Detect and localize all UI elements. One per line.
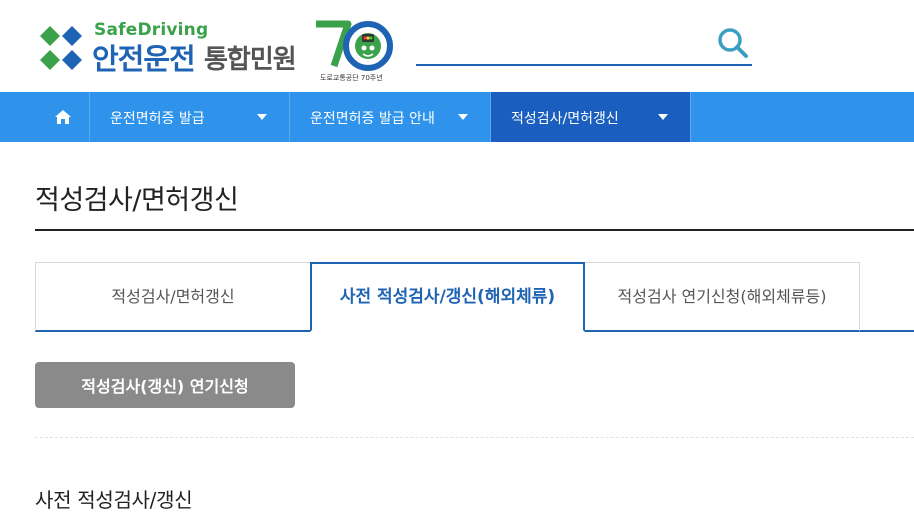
title-divider [35, 229, 914, 231]
nav-item-license-issue-guide[interactable]: 운전면허증 발급 안내 [290, 92, 491, 142]
page-title: 적성검사/면허갱신 [35, 185, 239, 216]
tab-label: 적성검사/면허갱신 [111, 286, 235, 306]
nav-item-label: 적성검사/면허갱신 [511, 111, 619, 127]
nav-home-button[interactable] [36, 92, 90, 142]
postpone-request-button[interactable]: 적성검사(갱신) 연기신청 [35, 362, 295, 408]
search-button[interactable] [716, 26, 750, 60]
caret-down-icon [257, 114, 267, 120]
tab-aptitude-renewal[interactable]: 적성검사/면허갱신 [35, 262, 311, 332]
nav-item-label: 운전면허증 발급 안내 [310, 111, 435, 127]
anniversary-caption: 도로교통공단 70주년 [320, 74, 383, 82]
nav-item-aptitude-renewal[interactable]: 적성검사/면허갱신 [491, 92, 691, 142]
tab-postpone-aptitude-overseas[interactable]: 적성검사 연기신청(해외체류등) [584, 262, 860, 332]
section-divider [35, 437, 914, 438]
nav-item-label: 운전면허증 발급 [110, 111, 205, 127]
tab-label: 사전 적성검사/갱신(해외체류) [339, 287, 556, 307]
logo-main-text-2: 통합민원 [204, 45, 297, 75]
clover-logo-icon [40, 26, 82, 70]
site-logo[interactable]: SafeDriving 안전운전 통합민원 도로교통공단 70주년 [36, 20, 396, 84]
logo-main-text: 안전운전 [92, 42, 196, 76]
tab-label: 적성검사 연기신청(해외체류등) [617, 286, 827, 306]
caret-down-icon [458, 114, 468, 120]
home-icon [54, 110, 71, 124]
search-icon [718, 28, 748, 58]
search-box [416, 22, 752, 66]
tab-advance-aptitude-overseas[interactable]: 사전 적성검사/갱신(해외체류) [310, 262, 585, 332]
section-title: 사전 적성검사/갱신 [35, 488, 193, 512]
main-nav: 운전면허증 발급 운전면허증 발급 안내 적성검사/면허갱신 [0, 92, 914, 142]
caret-down-icon [658, 114, 668, 120]
nav-item-license-issue[interactable]: 운전면허증 발급 [90, 92, 290, 142]
search-input[interactable] [416, 26, 706, 60]
site-header: SafeDriving 안전운전 통합민원 도로교통공단 70주년 [0, 0, 914, 92]
